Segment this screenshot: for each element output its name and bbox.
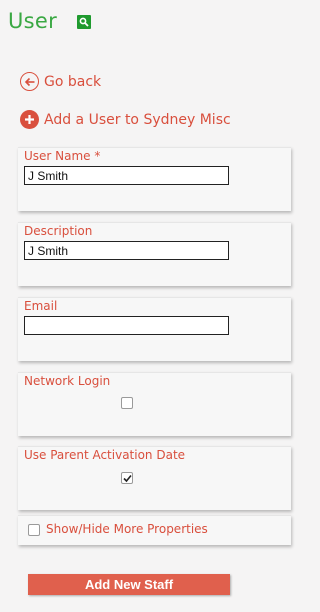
- network-login-panel: Network Login: [18, 372, 291, 436]
- parent-activation-label: Use Parent Activation Date: [24, 448, 186, 462]
- description-input[interactable]: [24, 241, 229, 260]
- user-name-label: User Name *: [24, 149, 101, 163]
- search-icon: [79, 17, 89, 27]
- email-input[interactable]: [24, 316, 229, 335]
- description-panel: Description: [18, 222, 291, 286]
- arrow-left-icon: [20, 72, 39, 91]
- email-panel: Email: [18, 297, 291, 361]
- checkmark-icon: [122, 474, 132, 482]
- add-user-label: Add a User to Sydney Misc: [44, 111, 231, 128]
- parent-activation-checkbox[interactable]: [121, 472, 133, 484]
- network-login-label: Network Login: [24, 374, 111, 388]
- email-label: Email: [24, 299, 58, 313]
- show-hide-more-panel[interactable]: Show/Hide More Properties: [18, 515, 291, 545]
- show-hide-more-checkbox[interactable]: [28, 524, 40, 536]
- page-title: User: [8, 9, 58, 33]
- user-name-input[interactable]: [24, 166, 229, 185]
- add-user-link[interactable]: Add a User to Sydney Misc: [20, 110, 231, 129]
- plus-icon: [20, 110, 39, 129]
- network-login-checkbox[interactable]: [121, 397, 133, 409]
- show-hide-more-label: Show/Hide More Properties: [46, 522, 208, 536]
- go-back-link[interactable]: Go back: [20, 72, 101, 91]
- user-name-panel: User Name *: [18, 147, 291, 211]
- go-back-label: Go back: [44, 73, 102, 90]
- description-label: Description: [24, 224, 93, 238]
- search-button[interactable]: [77, 15, 91, 29]
- add-new-staff-button[interactable]: Add New Staff: [28, 574, 230, 595]
- parent-activation-panel: Use Parent Activation Date: [18, 446, 291, 510]
